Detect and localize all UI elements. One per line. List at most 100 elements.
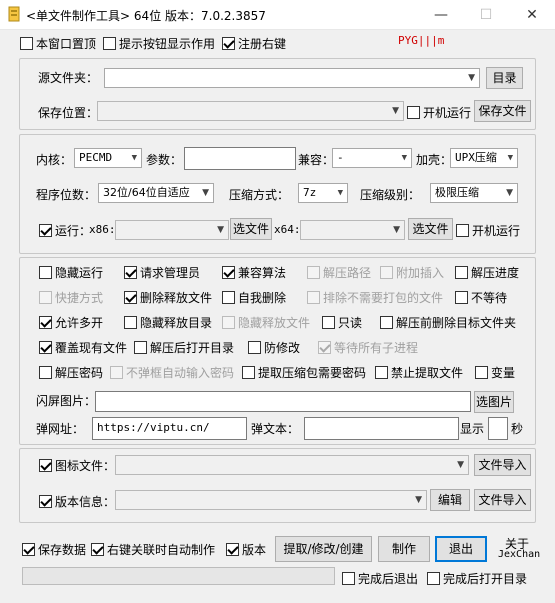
- need-password-checkbox[interactable]: 提取压缩包需要密码: [242, 364, 366, 381]
- self-delete-checkbox[interactable]: 自我删除: [222, 289, 286, 306]
- icon-file-checkbox[interactable]: 图标文件：: [39, 457, 115, 474]
- chevron-down-icon: ▼: [202, 188, 209, 198]
- popup-url-input[interactable]: https://viptu.cn/: [92, 417, 247, 440]
- x64-select-file-button[interactable]: 选文件: [408, 218, 453, 240]
- directory-button[interactable]: 目录: [486, 67, 523, 89]
- popup-text-input[interactable]: [304, 417, 459, 440]
- hide-release-file-check-icon: [222, 316, 235, 329]
- run-autostart-checkbox[interactable]: 开机运行: [456, 222, 520, 239]
- compat-algo-checkbox[interactable]: 兼容算法: [222, 264, 286, 281]
- x86-combo[interactable]: ▼: [115, 220, 229, 240]
- variables-checkbox[interactable]: 变量: [475, 364, 515, 381]
- bits-label: 程序位数：: [36, 188, 97, 202]
- compat-combo[interactable]: - ▼: [332, 148, 412, 168]
- splash-input[interactable]: [95, 391, 471, 412]
- edit-version-button[interactable]: 编辑: [430, 489, 470, 511]
- hide-run-check-icon: [39, 266, 52, 279]
- show-label: 显示: [460, 422, 485, 436]
- variables-check-icon: [475, 366, 488, 379]
- chevron-down-icon: ▼: [392, 106, 399, 116]
- window-title: <单文件制作工具> 64位 版本：7.0.2.3857: [26, 9, 266, 23]
- right-click-auto-check-icon: [91, 543, 104, 556]
- shell-label: 加壳：: [416, 153, 453, 167]
- select-image-button[interactable]: 选图片: [474, 391, 514, 413]
- readonly-checkbox[interactable]: 只读: [322, 314, 362, 331]
- x64-combo[interactable]: ▼: [300, 220, 405, 240]
- close-button[interactable]: ✕: [509, 0, 555, 30]
- exit-after-checkbox[interactable]: 完成后退出: [342, 570, 418, 587]
- seconds-label: 秒: [511, 422, 524, 436]
- hide-run-checkbox[interactable]: 隐藏运行: [39, 264, 103, 281]
- anti-modify-check-icon: [248, 341, 261, 354]
- shell-combo[interactable]: UPX压缩 ▼: [450, 148, 518, 168]
- register-menu-checkbox[interactable]: 注册右键: [222, 35, 286, 52]
- append-insert-checkbox[interactable]: 附加插入: [380, 264, 444, 281]
- version-import-button[interactable]: 文件导入: [474, 489, 531, 511]
- chevron-down-icon: ▼: [131, 153, 137, 163]
- open-dir-after-checkbox[interactable]: 解压后打开目录: [134, 339, 234, 356]
- version-checkbox[interactable]: 版本: [226, 541, 266, 558]
- params-label: 参数：: [146, 153, 183, 167]
- kernel-label: 内核：: [36, 153, 73, 167]
- hide-release-dir-checkbox[interactable]: 隐藏释放目录: [124, 314, 212, 331]
- exclude-files-check-icon: [307, 291, 320, 304]
- anti-modify-checkbox[interactable]: 防修改: [248, 339, 300, 356]
- save-location-label: 保存位置：: [38, 106, 99, 120]
- x86-select-file-button[interactable]: 选文件: [230, 218, 272, 240]
- icon-import-button[interactable]: 文件导入: [474, 454, 531, 476]
- allow-multi-check-icon: [39, 316, 52, 329]
- source-folder-combo[interactable]: ▼: [104, 68, 480, 88]
- extract-password-checkbox[interactable]: 解压密码: [39, 364, 103, 381]
- shortcut-checkbox[interactable]: 快捷方式: [39, 289, 103, 306]
- no-popup-password-check-icon: [110, 366, 123, 379]
- wait-children-check-icon: [318, 341, 331, 354]
- overwrite-checkbox[interactable]: 覆盖现有文件: [39, 339, 127, 356]
- version-info-checkbox[interactable]: 版本信息：: [39, 493, 115, 510]
- overwrite-check-icon: [39, 341, 52, 354]
- author-label: JexChan: [498, 549, 541, 560]
- make-button[interactable]: 制作: [378, 536, 430, 562]
- forbid-extract-checkbox[interactable]: 禁止提取文件: [375, 364, 463, 381]
- no-wait-checkbox[interactable]: 不等待: [455, 289, 507, 306]
- run-checkbox[interactable]: 运行：: [39, 222, 91, 239]
- save-location-combo[interactable]: ▼: [97, 101, 404, 121]
- bits-combo[interactable]: 32位/64位自适应 ▼: [98, 183, 214, 203]
- request-admin-checkbox[interactable]: 请求管理员: [124, 264, 200, 281]
- kernel-combo[interactable]: PECMD ▼: [74, 148, 142, 168]
- chevron-down-icon: ▼: [393, 225, 400, 235]
- allow-multi-checkbox[interactable]: 允许多开: [39, 314, 103, 331]
- need-password-check-icon: [242, 366, 255, 379]
- chevron-down-icon: ▼: [401, 153, 407, 163]
- save-data-checkbox[interactable]: 保存数据: [22, 541, 86, 558]
- open-after-check-icon: [427, 572, 440, 585]
- extract-path-checkbox[interactable]: 解压路径: [307, 264, 371, 281]
- icon-file-combo[interactable]: ▼: [115, 455, 469, 475]
- minimize-button[interactable]: —: [418, 0, 464, 30]
- hide-release-dir-check-icon: [124, 316, 137, 329]
- topmost-checkbox[interactable]: 本窗口置顶: [20, 35, 96, 52]
- compress-method-combo[interactable]: 7z ▼: [298, 183, 348, 203]
- extract-modify-create-button[interactable]: 提取/修改/创建: [275, 536, 372, 562]
- forbid-extract-check-icon: [375, 366, 388, 379]
- show-seconds-input[interactable]: [488, 417, 508, 440]
- exit-button[interactable]: 退出: [435, 536, 487, 562]
- params-input[interactable]: [184, 147, 296, 170]
- compat-algo-check-icon: [222, 266, 235, 279]
- wait-children-checkbox[interactable]: 等待所有子进程: [318, 339, 418, 356]
- maximize-button[interactable]: ☐: [463, 0, 509, 30]
- version-info-combo[interactable]: ▼: [115, 490, 427, 510]
- exclude-files-checkbox[interactable]: 排除不需要打包的文件: [307, 289, 443, 306]
- delete-before-checkbox[interactable]: 解压前删除目标文件夹: [380, 314, 516, 331]
- right-click-auto-checkbox[interactable]: 右键关联时自动制作: [91, 541, 215, 558]
- hide-release-file-checkbox[interactable]: 隐藏释放文件: [222, 314, 310, 331]
- compat-label: 兼容：: [298, 153, 335, 167]
- no-popup-password-checkbox[interactable]: 不弹框自动输入密码: [110, 364, 234, 381]
- save-file-button[interactable]: 保存文件: [474, 100, 531, 122]
- source-autostart-checkbox[interactable]: 开机运行: [407, 104, 471, 121]
- compress-level-combo[interactable]: 极限压缩 ▼: [430, 183, 518, 203]
- progress-bar: [22, 567, 335, 585]
- delete-released-checkbox[interactable]: 删除释放文件: [124, 289, 212, 306]
- extract-progress-checkbox[interactable]: 解压进度: [455, 264, 519, 281]
- open-after-checkbox[interactable]: 完成后打开目录: [427, 570, 527, 587]
- show-tips-checkbox[interactable]: 提示按钮显示作用: [103, 35, 215, 52]
